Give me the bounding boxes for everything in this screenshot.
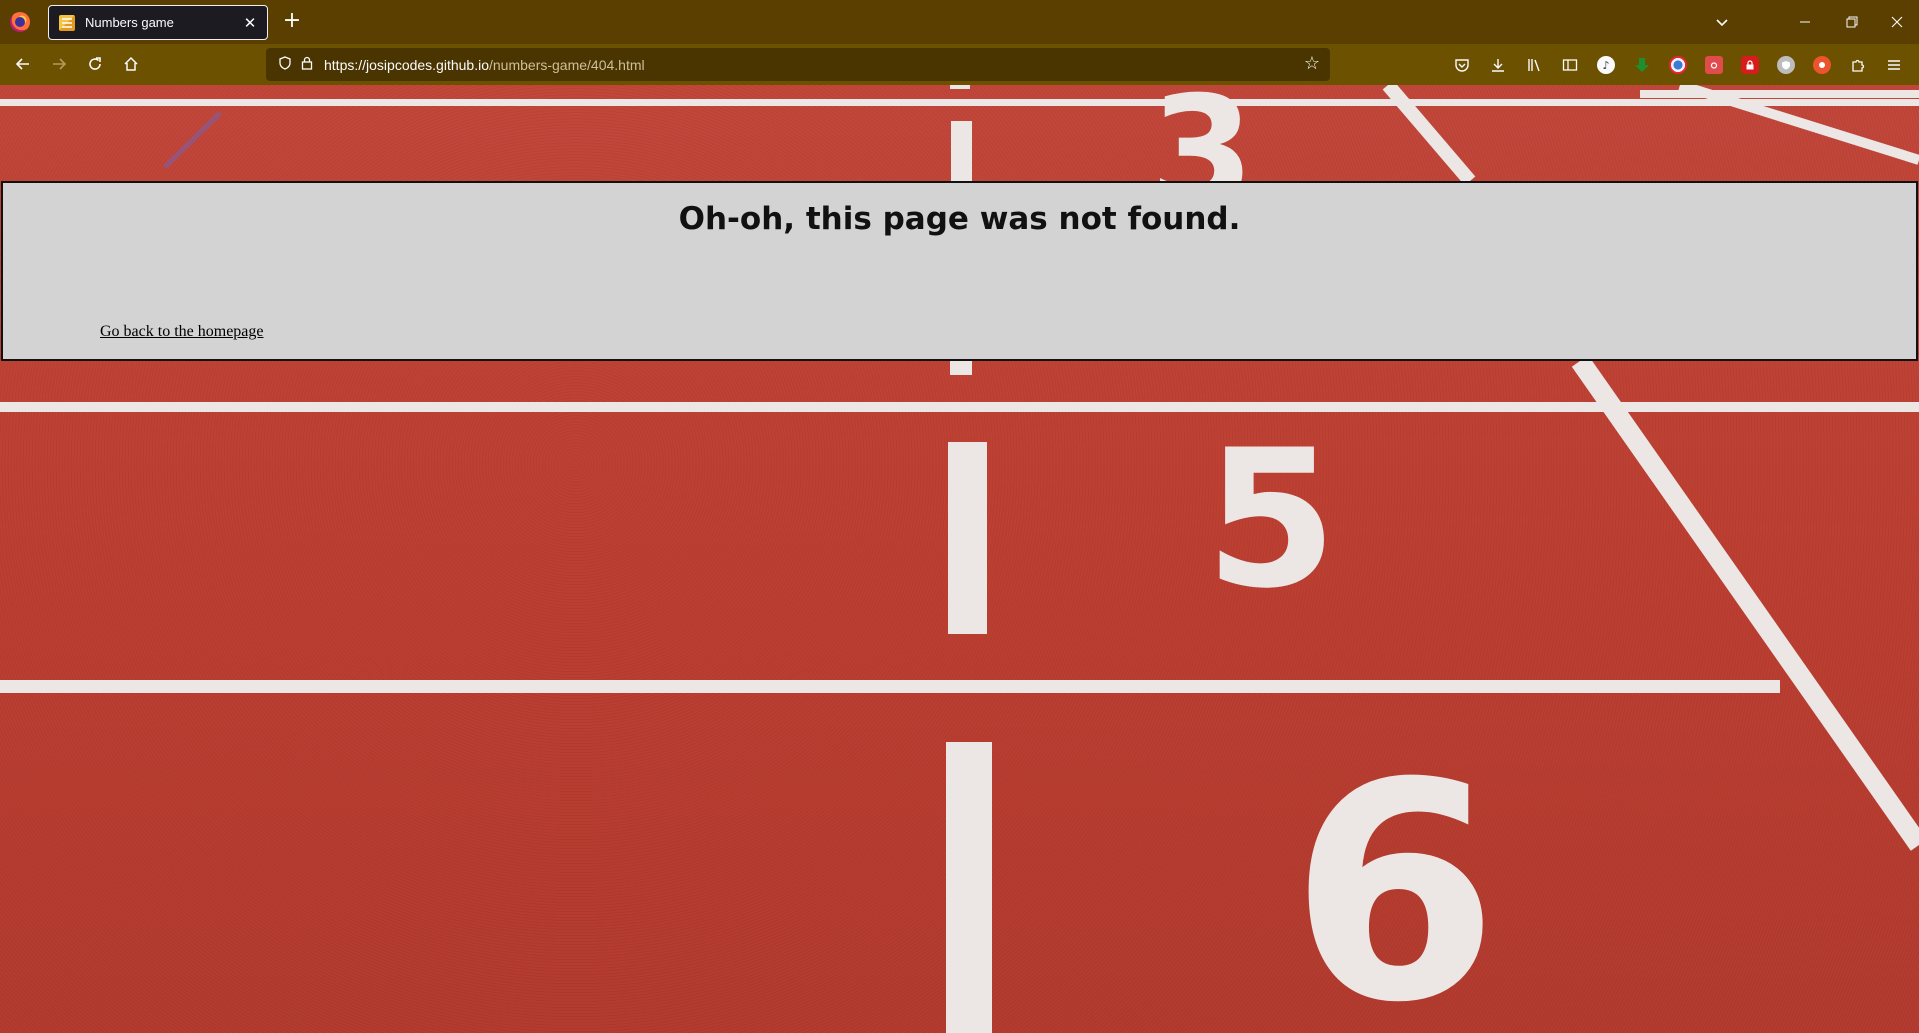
center-dash [950, 85, 970, 89]
center-dash [950, 361, 972, 375]
diagonal-line [1571, 355, 1919, 851]
home-icon[interactable] [117, 50, 145, 78]
url-path: /numbers-game/404.html [489, 56, 645, 73]
extension-music-icon[interactable]: ♪ [1597, 56, 1615, 74]
extension-globe-icon[interactable] [1669, 56, 1687, 74]
firefox-logo-icon[interactable] [10, 12, 30, 32]
close-window-icon[interactable] [1883, 10, 1911, 34]
url-text[interactable]: https://josipcodes.github.io/numbers-gam… [324, 57, 645, 73]
shield-icon[interactable] [274, 55, 296, 74]
track-mark [163, 111, 222, 169]
sidebar-icon[interactable] [1561, 56, 1579, 74]
lane-line [0, 99, 1919, 106]
list-tabs-icon[interactable] [1708, 10, 1736, 34]
page-viewport: 3 5 6 Oh-oh, this page was not found. Go… [0, 85, 1919, 1033]
tab-bar: Numbers game ✕ + [0, 0, 1919, 44]
reload-icon[interactable] [81, 50, 109, 78]
pocket-icon[interactable] [1453, 56, 1471, 74]
nav-bar: https://josipcodes.github.io/numbers-gam… [0, 44, 1919, 85]
close-tab-icon[interactable]: ✕ [241, 14, 259, 32]
center-dash [951, 121, 972, 181]
lane-line [0, 680, 1780, 693]
extension-shield-icon[interactable] [1777, 56, 1795, 74]
downloads-icon[interactable] [1489, 56, 1507, 74]
center-dash [946, 742, 992, 1033]
center-dash [948, 442, 987, 634]
tab-favicon-icon [59, 14, 75, 31]
new-tab-icon[interactable]: + [280, 10, 304, 34]
extensions-puzzle-icon[interactable] [1849, 56, 1867, 74]
lane-line [1640, 90, 1919, 98]
library-icon[interactable] [1525, 56, 1543, 74]
extension-camera-icon[interactable] [1705, 56, 1723, 74]
url-bar[interactable]: https://josipcodes.github.io/numbers-gam… [266, 48, 1330, 81]
homepage-link[interactable]: Go back to the homepage [100, 323, 264, 341]
track-number-6: 6 [1290, 719, 1499, 1033]
extension-green-arrow-icon[interactable] [1633, 56, 1651, 74]
back-icon[interactable] [9, 50, 37, 78]
track-number-5: 5 [1205, 409, 1337, 630]
menu-hamburger-icon[interactable] [1885, 56, 1903, 74]
not-found-panel: Oh-oh, this page was not found. Go back … [1, 181, 1918, 361]
url-host: https://josipcodes.github.io [324, 56, 489, 73]
tab-numbers-game[interactable]: Numbers game ✕ [48, 5, 268, 40]
lock-icon[interactable] [296, 56, 318, 74]
minimize-icon[interactable] [1791, 10, 1819, 34]
bookmark-star-icon[interactable]: ☆ [1304, 53, 1320, 74]
extension-orange-icon[interactable] [1813, 56, 1831, 74]
extension-lock-icon[interactable] [1741, 56, 1759, 74]
restore-icon[interactable] [1838, 10, 1866, 34]
forward-icon[interactable] [45, 50, 73, 78]
lane-line [0, 402, 1919, 412]
page-title: Oh-oh, this page was not found. [678, 201, 1241, 237]
tab-title: Numbers game [85, 15, 174, 30]
